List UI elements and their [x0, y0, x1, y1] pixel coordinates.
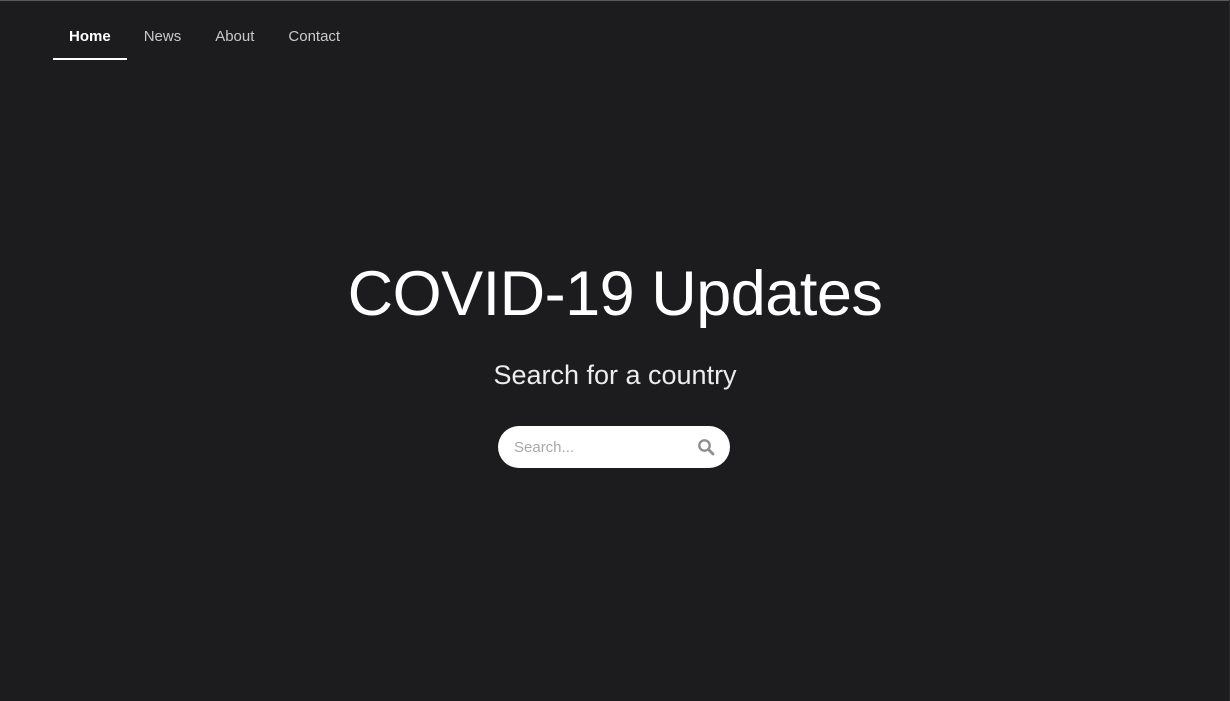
- nav-item-contact[interactable]: Contact: [271, 0, 357, 58]
- nav-item-home[interactable]: Home: [53, 0, 127, 60]
- page-title: COVID-19 Updates: [347, 259, 883, 329]
- page-subtitle: Search for a country: [493, 360, 737, 390]
- nav-item-about[interactable]: About: [198, 0, 271, 58]
- main-nav: Home News About Contact: [53, 0, 357, 60]
- nav-item-news[interactable]: News: [127, 0, 199, 58]
- search-box: [498, 426, 730, 468]
- search-input[interactable]: [514, 426, 690, 468]
- search-icon[interactable]: [697, 438, 715, 456]
